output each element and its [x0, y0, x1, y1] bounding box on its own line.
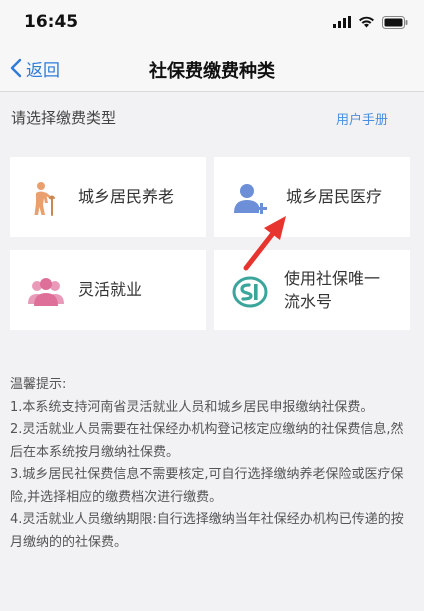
battery-icon [382, 15, 408, 29]
navigation-bar: 返回 社保费缴费种类 [0, 44, 424, 92]
wifi-icon [359, 16, 374, 28]
card-flexible-employment[interactable]: 灵活就业 [10, 250, 206, 330]
tips-section: 温馨提示: 1.本系统支持河南省灵活就业人员和城乡居民申报缴纳社保费。 2.灵活… [10, 374, 414, 554]
tips-title: 温馨提示: [10, 377, 67, 392]
tip-item: 3.城乡居民社保费信息不需要核定,可自行选择缴纳养老保险或医疗保险,并选择相应的… [10, 467, 404, 505]
card-urban-rural-medical[interactable]: 城乡居民医疗 [214, 157, 410, 237]
tip-item: 4.灵活就业人员缴纳期限:自行选择缴纳当年社保经办机构已传递的按月缴纳的的社保费… [10, 512, 404, 550]
tip-item: 1.本系统支持河南省灵活就业人员和城乡居民申报缴纳社保费。 [10, 399, 374, 415]
add-user-icon [234, 184, 267, 214]
status-time: 16:45 [24, 12, 79, 32]
card-label: 城乡居民医疗 [286, 187, 383, 207]
people-group-icon [28, 278, 64, 306]
si-logo-icon [232, 276, 268, 308]
card-urban-rural-pension[interactable]: 城乡居民养老 [10, 157, 206, 237]
card-label: 使用社保唯一流水号 [284, 268, 381, 311]
tip-item: 2.灵活就业人员需要在社保经办机构登记核定应缴纳的社保费信息,然后在本系统按月缴… [10, 422, 404, 460]
user-manual-link[interactable]: 用户手册 [336, 109, 388, 128]
section-title: 请选择缴费类型 [11, 109, 117, 127]
card-social-security-serial-number[interactable]: 使用社保唯一流水号 [214, 250, 410, 330]
card-label: 灵活就业 [78, 280, 143, 300]
signal-icon [333, 16, 351, 28]
card-label: 城乡居民养老 [78, 187, 175, 207]
status-bar: 16:45 [0, 0, 424, 44]
section-header: 请选择缴费类型 用户手册 [0, 92, 424, 142]
elderly-person-icon [34, 182, 55, 216]
status-icons [333, 15, 408, 29]
page-title: 社保费缴费种类 [149, 61, 275, 82]
